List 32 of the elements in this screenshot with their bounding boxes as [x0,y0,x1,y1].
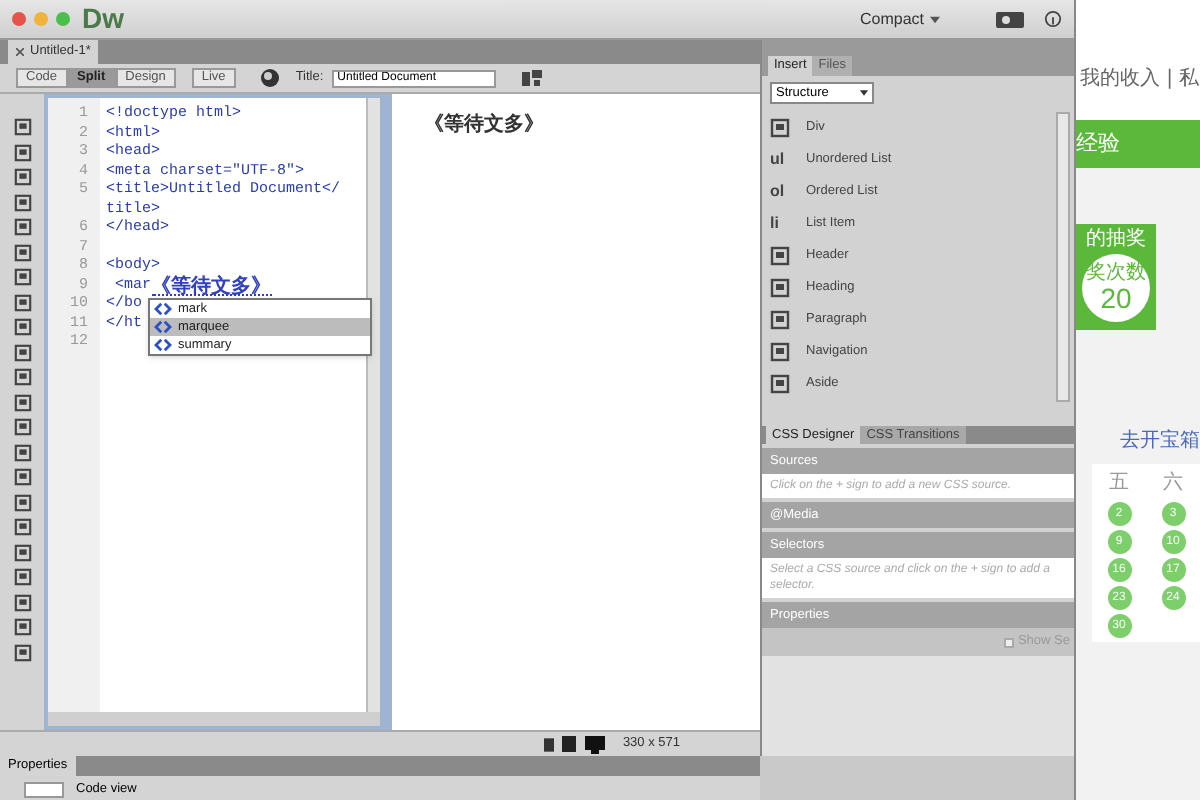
scrollbar[interactable] [366,98,380,712]
tablet-icon[interactable] [562,736,577,752]
chest-link[interactable]: 去开宝箱 [1120,426,1200,456]
scrollbar[interactable] [1056,112,1070,402]
scrollbar[interactable] [48,712,380,726]
globe-icon[interactable] [259,68,280,88]
card-title: 的抽奖 [1086,225,1146,254]
tag-icon [154,302,172,316]
design-text: 《等待文多》 [424,114,544,136]
tag-icon [154,338,172,352]
element-icon[interactable] [770,118,790,138]
header-links[interactable]: 我的收入 | 私 [1080,68,1200,90]
desktop-icon[interactable] [584,735,607,753]
workspace-switcher[interactable]: Compact [859,7,940,31]
ime-text: 《等待文多》 [151,277,272,296]
code-view-thumbnail [24,781,64,798]
counter-value: 20 [1100,284,1132,312]
file-management-icon[interactable] [519,68,544,88]
counter-label: 奖次数 [1086,264,1146,284]
info-icon[interactable] [1044,10,1062,28]
caret-icon [860,90,868,96]
app-logo: Dw [82,0,124,38]
close-icon[interactable] [12,12,26,26]
show-set-checkbox[interactable] [1003,637,1014,647]
weekday-label: 六 [1163,469,1183,498]
caret-icon [930,15,940,23]
banner-text: 经验 [1076,128,1120,160]
close-icon[interactable] [16,48,24,56]
tag-icon [154,320,172,334]
weekday-label: 五 [1109,470,1129,498]
sync-settings-icon[interactable] [996,11,1024,27]
phone-icon[interactable] [544,737,555,751]
